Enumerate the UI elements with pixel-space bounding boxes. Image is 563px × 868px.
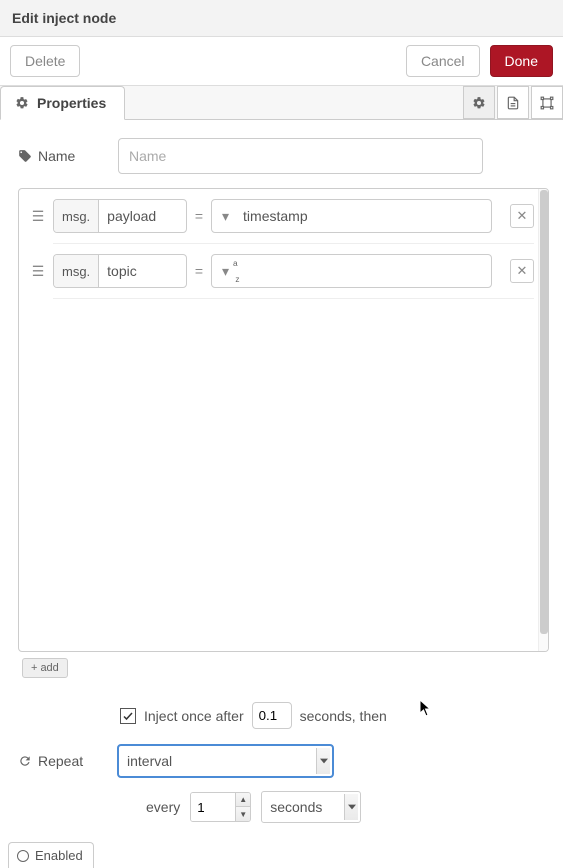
equals-sign: =: [193, 263, 205, 279]
spinner-up-button[interactable]: ▲: [236, 793, 250, 807]
equals-sign: =: [193, 208, 205, 224]
interval-unit-select[interactable]: seconds: [261, 791, 361, 823]
repeat-label: Repeat: [18, 753, 118, 769]
document-icon: [506, 96, 520, 110]
type-dropdown-trigger[interactable]: ▾ a z: [212, 255, 255, 287]
inject-delay-input[interactable]: [252, 702, 292, 729]
every-label: every: [146, 799, 180, 815]
msg-field-value[interactable]: topic: [99, 255, 145, 287]
msg-field-box[interactable]: msg. topic: [53, 254, 187, 288]
node-description-button[interactable]: [497, 86, 529, 119]
drag-handle-icon[interactable]: ☰: [29, 208, 47, 225]
enabled-toggle[interactable]: Enabled: [8, 842, 94, 868]
button-row: Delete Cancel Done: [0, 37, 563, 86]
type-label: timestamp: [235, 208, 491, 224]
properties-list: ☰ msg. payload = ▾ timestamp ✕ ☰ msg. to…: [18, 188, 549, 652]
toggle-ring-icon: [17, 850, 29, 862]
node-appearance-button[interactable]: [531, 86, 563, 119]
select-arrow-icon: [344, 794, 358, 820]
repeat-label-text: Repeat: [38, 753, 83, 769]
done-button[interactable]: Done: [490, 45, 553, 77]
msg-prefix: msg.: [54, 200, 99, 232]
repeat-mode-value: interval: [127, 753, 172, 769]
property-row: ☰ msg. topic = ▾ a z ✕: [19, 244, 548, 294]
check-icon: [122, 710, 134, 722]
add-property-button[interactable]: + add: [22, 658, 68, 678]
scrollbar[interactable]: [538, 189, 548, 651]
name-input[interactable]: [118, 138, 483, 174]
plus-icon: +: [31, 662, 37, 674]
tag-icon: [18, 149, 32, 163]
string-az-icon: a z: [233, 259, 249, 282]
dialog-title: Edit inject node: [0, 0, 563, 37]
tabs-row: Properties: [0, 86, 563, 120]
appearance-icon: [540, 96, 554, 110]
delete-button[interactable]: Delete: [10, 45, 80, 77]
gear-icon: [15, 96, 29, 110]
inject-once-row: Inject once after seconds, then: [120, 702, 553, 729]
drag-handle-icon[interactable]: ☰: [29, 263, 47, 280]
remove-row-button[interactable]: ✕: [510, 259, 534, 283]
inject-once-label-before: Inject once after: [144, 708, 244, 724]
gear-icon: [472, 96, 486, 110]
name-label-text: Name: [38, 148, 75, 164]
repeat-interval-row: every ▲ ▼ seconds: [146, 791, 553, 823]
type-dropdown-trigger[interactable]: ▾: [212, 200, 235, 232]
name-label: Name: [18, 148, 118, 164]
enabled-label: Enabled: [35, 848, 83, 863]
refresh-icon: [18, 754, 32, 768]
add-label: add: [40, 662, 58, 674]
tab-properties[interactable]: Properties: [0, 86, 125, 120]
inject-once-label-after: seconds, then: [300, 708, 387, 724]
spinner-down-button[interactable]: ▼: [236, 807, 250, 821]
select-arrow-icon: [316, 748, 330, 774]
remove-row-button[interactable]: ✕: [510, 204, 534, 228]
inject-once-checkbox[interactable]: [120, 708, 136, 724]
value-type-box[interactable]: ▾ a z: [211, 254, 492, 288]
close-icon: ✕: [517, 263, 528, 279]
node-settings-button[interactable]: [463, 86, 495, 119]
interval-value-input[interactable]: [191, 793, 235, 821]
interval-unit-value: seconds: [270, 799, 322, 815]
repeat-mode-select[interactable]: interval: [118, 745, 333, 777]
caret-down-icon: ▾: [222, 208, 229, 225]
property-row: ☰ msg. payload = ▾ timestamp ✕: [19, 189, 548, 239]
close-icon: ✕: [517, 208, 528, 224]
msg-field-box[interactable]: msg. payload: [53, 199, 187, 233]
msg-prefix: msg.: [54, 255, 99, 287]
interval-value-spinner[interactable]: ▲ ▼: [190, 792, 251, 822]
value-type-box[interactable]: ▾ timestamp: [211, 199, 492, 233]
form-body: Name ☰ msg. payload = ▾ timestamp ✕: [0, 120, 563, 823]
cancel-button[interactable]: Cancel: [406, 45, 480, 77]
caret-down-icon: ▾: [222, 263, 229, 280]
tab-properties-label: Properties: [37, 95, 106, 111]
msg-field-value[interactable]: payload: [99, 200, 164, 232]
